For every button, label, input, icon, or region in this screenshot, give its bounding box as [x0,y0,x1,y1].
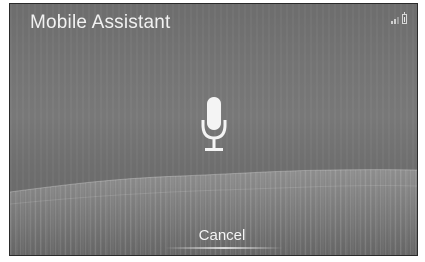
signal-strength-icon [391,17,399,24]
status-indicators [391,12,407,24]
mobile-assistant-screen: Mobile Assistant Cancel [9,3,418,256]
battery-icon [402,12,407,24]
screen-title: Mobile Assistant [30,12,171,33]
cancel-button-highlight [165,247,283,249]
